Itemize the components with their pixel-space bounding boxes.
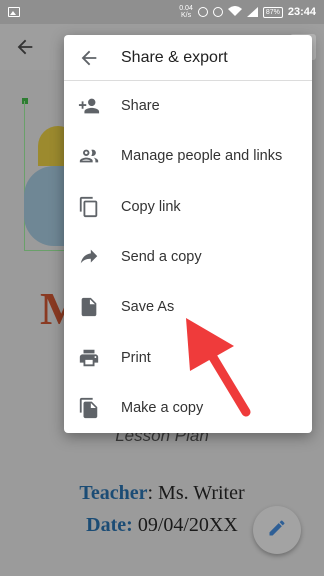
network-speed: 0.04 K/s: [179, 5, 193, 19]
menu-item-label: Copy link: [121, 198, 181, 215]
do-not-disturb-icon: [212, 7, 223, 17]
teacher-value: : Ms. Writer: [147, 482, 245, 504]
copy-icon: [78, 196, 100, 218]
date-key: Date:: [86, 514, 133, 536]
image-notification-icon: [8, 7, 20, 17]
menu-item-label: Manage people and links: [121, 148, 283, 165]
people-icon: [78, 145, 100, 167]
printer-icon: [78, 347, 100, 369]
menu-back-icon[interactable]: [78, 47, 100, 69]
menu-item-save-as[interactable]: Save As: [64, 282, 312, 332]
menu-item-label: Send a copy: [121, 249, 202, 266]
wifi-icon: [227, 5, 242, 19]
arrow-left-icon[interactable]: [14, 36, 36, 58]
battery-indicator: 87%: [262, 6, 283, 18]
menu-item-label: Save As: [121, 299, 175, 316]
menu-header: Share & export: [64, 35, 312, 81]
menu-item-send-copy[interactable]: Send a copy: [64, 232, 312, 282]
file-copy-icon: [78, 397, 100, 419]
signal-icon: [246, 7, 258, 17]
file-icon: [78, 296, 100, 318]
menu-item-manage-people[interactable]: Manage people and links: [64, 131, 312, 181]
menu-item-label: Make a copy: [121, 399, 204, 416]
sync-icon: [197, 7, 208, 17]
forward-arrow-icon: [78, 246, 100, 268]
pencil-icon: [267, 518, 287, 543]
teacher-line: Teacher: Ms. Writer: [0, 482, 324, 505]
menu-item-label: Print: [121, 349, 151, 366]
share-export-menu: Share & export Share Manage people and l…: [64, 35, 312, 433]
menu-item-copy-link[interactable]: Copy link: [64, 182, 312, 232]
teacher-key: Teacher: [79, 482, 148, 504]
menu-item-make-copy[interactable]: Make a copy: [64, 383, 312, 433]
date-value: 09/04/20XX: [132, 514, 238, 536]
person-add-icon: [78, 95, 100, 117]
menu-item-share[interactable]: Share: [64, 81, 312, 131]
menu-title: Share & export: [121, 48, 228, 66]
clock: 23:44: [287, 6, 316, 18]
edit-fab[interactable]: [253, 506, 301, 554]
menu-item-label: Share: [121, 98, 160, 115]
status-bar: 0.04 K/s 87% 23:44: [0, 0, 324, 24]
menu-item-print[interactable]: Print: [64, 332, 312, 382]
